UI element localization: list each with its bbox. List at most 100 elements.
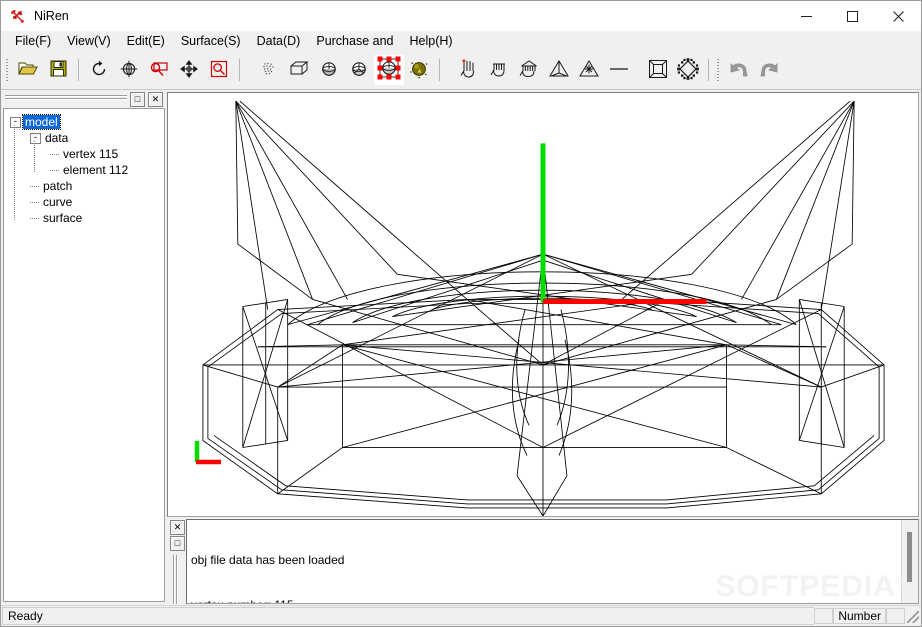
toolbar-diamond-nodes[interactable] <box>673 55 703 85</box>
toolbar-pan-globe[interactable] <box>114 55 144 85</box>
output-close-button[interactable]: ✕ <box>170 520 185 535</box>
triangle-point-icon <box>578 59 600 82</box>
menu-data[interactable]: Data(D) <box>249 32 309 51</box>
output-float-button[interactable]: □ <box>170 536 185 551</box>
output-scrollbar[interactable] <box>901 520 918 603</box>
tree-connector <box>30 201 39 203</box>
toolbar-line[interactable] <box>604 55 634 85</box>
line-icon <box>609 60 629 81</box>
toolbar-undo[interactable] <box>724 55 754 85</box>
menu-purchase[interactable]: Purchase and <box>308 32 401 51</box>
triangle-mesh-icon <box>548 59 570 82</box>
model-tree-dock: □ ✕ - model - data vertex 115 element 11… <box>1 90 167 605</box>
tree-node-element[interactable]: element 112 <box>50 162 164 178</box>
shaded-sphere-icon <box>320 60 338 81</box>
rotate-icon <box>90 60 108 81</box>
menu-help[interactable]: Help(H) <box>402 32 461 51</box>
tree-expander-data[interactable]: - <box>30 132 41 144</box>
toolbar-square-frame[interactable] <box>643 55 673 85</box>
tree-close-button[interactable]: ✕ <box>148 92 163 107</box>
output-scrollbar-thumb[interactable] <box>907 532 912 582</box>
hand-drag-icon <box>459 58 479 83</box>
tree-node-curve[interactable]: curve <box>30 194 164 210</box>
save-floppy-icon <box>50 60 67 80</box>
toolbar-triangle-mesh[interactable] <box>544 55 574 85</box>
dragonfly-icon <box>9 8 26 25</box>
toolbar-zoom-window[interactable] <box>144 55 174 85</box>
toolbar-move[interactable] <box>174 55 204 85</box>
toolbar-hand-mesh[interactable] <box>514 55 544 85</box>
minimize-button[interactable] <box>783 1 829 31</box>
model-tree-caption: □ ✕ <box>3 92 165 107</box>
model-tree-panel[interactable]: - model - data vertex 115 element 112 pa… <box>3 108 165 602</box>
point-cloud-icon <box>260 60 278 81</box>
output-dock-side: ✕ □ <box>169 519 186 604</box>
menu-bar: File(F) View(V) Edit(E) Surface(S) Data(… <box>1 31 921 51</box>
toolbar-hidden-line[interactable] <box>344 55 374 85</box>
move-arrows-icon <box>180 59 198 81</box>
window-title: NiRen <box>34 9 69 23</box>
tree-label-patch: patch <box>43 179 73 193</box>
dock-grip-handle[interactable] <box>5 95 127 104</box>
status-message: Ready <box>2 607 815 625</box>
toolbar-save[interactable] <box>43 55 73 85</box>
open-folder-icon <box>18 60 38 81</box>
toolbar-open[interactable] <box>13 55 43 85</box>
tree-guideline <box>34 141 35 173</box>
hand-mesh-icon <box>518 58 540 83</box>
menu-surface[interactable]: Surface(S) <box>173 32 249 51</box>
toolbar-separator-1 <box>78 59 79 81</box>
output-dock-grip[interactable] <box>173 555 182 604</box>
niren-main-window: NiRen File(F) View(V) Edit(E) Surface(S)… <box>0 0 922 627</box>
tree-float-button[interactable]: □ <box>130 92 145 107</box>
render-sphere-icon <box>409 59 429 82</box>
toolbar-mesh-view[interactable] <box>374 55 404 85</box>
viewport-container <box>167 90 921 517</box>
menu-view[interactable]: View(V) <box>59 32 119 51</box>
tree-node-model[interactable]: - model <box>10 114 164 130</box>
redo-icon <box>758 59 780 82</box>
title-bar-left: NiRen <box>1 8 69 25</box>
output-line: obj file data has been loaded <box>191 553 345 567</box>
menu-edit[interactable]: Edit(E) <box>119 32 173 51</box>
toolbar-hand-comb[interactable] <box>484 55 514 85</box>
tree-expander-model[interactable]: - <box>10 116 21 128</box>
tree-node-patch[interactable]: patch <box>30 178 164 194</box>
toolbar-grip[interactable] <box>5 57 10 83</box>
toolbar-hand-drag[interactable] <box>454 55 484 85</box>
tree-label-model: model <box>22 114 61 130</box>
zoom-fit-icon <box>210 60 228 81</box>
output-panel[interactable]: obj file data has been loaded vertex num… <box>186 519 919 604</box>
toolbar-redo[interactable] <box>754 55 784 85</box>
maximize-button[interactable] <box>829 1 875 31</box>
toolbar-rotate[interactable] <box>84 55 114 85</box>
tree-node-surface[interactable]: surface <box>30 210 164 226</box>
tree-label-data: data <box>45 131 69 145</box>
toolbar-point-cloud[interactable] <box>254 55 284 85</box>
hidden-line-icon <box>350 60 368 81</box>
close-button[interactable] <box>875 1 921 31</box>
center-column: ✕ □ obj file data has been loaded vertex… <box>167 90 921 605</box>
resize-grip[interactable] <box>905 607 921 625</box>
toolbar-wireframe-box[interactable] <box>284 55 314 85</box>
title-bar: NiRen <box>1 1 921 31</box>
tree-label-element: element 112 <box>63 163 129 177</box>
toolbar-separator-2 <box>239 59 240 81</box>
tree-label-surface: surface <box>43 211 83 225</box>
toolbar-zoom-fit[interactable] <box>204 55 234 85</box>
menu-file[interactable]: File(F) <box>7 32 59 51</box>
work-area: □ ✕ - model - data vertex 115 element 11… <box>1 90 921 605</box>
toolbar-render[interactable] <box>404 55 434 85</box>
status-bar: Ready Number <box>1 605 921 626</box>
status-pane-number: Number <box>833 608 886 624</box>
toolbar-grip-2[interactable] <box>716 57 721 83</box>
output-line: vertex number: 115 <box>191 598 897 603</box>
toolbar-shaded-sphere[interactable] <box>314 55 344 85</box>
selected-mesh-icon <box>376 55 402 86</box>
tree-node-vertex[interactable]: vertex 115 <box>50 146 164 162</box>
model-viewport[interactable] <box>167 92 919 517</box>
square-frame-icon <box>648 59 668 82</box>
tree-node-data[interactable]: - data <box>30 130 164 146</box>
toolbar-separator-4 <box>708 59 709 81</box>
toolbar-triangle-point[interactable] <box>574 55 604 85</box>
